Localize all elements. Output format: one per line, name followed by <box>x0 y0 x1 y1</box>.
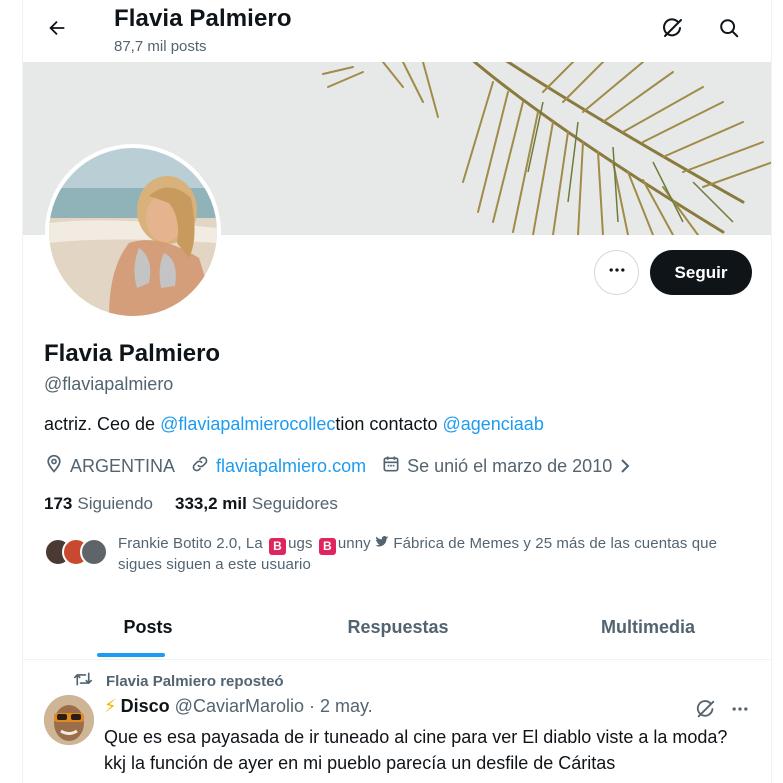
joined-text: Se unió el marzo de 2010 <box>407 455 613 476</box>
link-icon <box>190 454 216 479</box>
post-author-handle[interactable]: @CaviarMarolio <box>175 696 304 717</box>
post-text: Que es esa payasada de ir tuneado al cin… <box>104 727 728 773</box>
grok-button[interactable] <box>653 10 693 50</box>
post-header: ⚡ Disco @CaviarMarolio · 2 may. <box>104 696 373 717</box>
tab-media[interactable]: Multimedia <box>523 596 771 659</box>
bio-text-1: actriz. Ceo de <box>44 414 161 434</box>
followers-stat[interactable]: 333,2 mil Seguidores <box>175 494 338 514</box>
post-grok-button[interactable] <box>689 694 723 728</box>
profile-meta: ARGENTINA flaviapalmiero.com Se unió el … <box>44 453 638 479</box>
website-item: flaviapalmiero.com <box>190 454 366 479</box>
joined-item[interactable]: Se unió el marzo de 2010 <box>381 454 638 479</box>
more-options-button[interactable] <box>594 250 639 295</box>
post-author-name[interactable]: Disco <box>121 696 170 717</box>
profile-handle: @flaviapalmiero <box>44 374 174 394</box>
tab-replies[interactable]: Respuestas <box>273 596 523 659</box>
lightning-icon: ⚡ <box>104 696 117 716</box>
more-dots-icon <box>730 699 750 724</box>
search-button[interactable] <box>709 10 749 50</box>
followed-by-part: unny <box>337 535 371 552</box>
bio-text-2: tion contacto <box>335 414 443 434</box>
repost-icon <box>73 670 106 692</box>
following-count: 173 <box>44 494 73 513</box>
following-stat[interactable]: 173 Siguiendo <box>44 494 153 514</box>
b-badge-icon: B <box>318 538 336 555</box>
followed-by-part: Frankie Botito 2.0, La <box>118 535 268 552</box>
bio-mention-collection[interactable]: @flaviapalmierocollec <box>160 414 335 434</box>
profile-bio: actriz. Ceo de @flaviapalmierocollection… <box>44 414 544 435</box>
tab-label: Posts <box>123 617 173 637</box>
header-post-count: 87,7 mil posts <box>114 38 207 55</box>
more-dots-icon <box>607 260 627 285</box>
active-tab-indicator <box>97 653 165 657</box>
post-author-avatar[interactable] <box>44 695 94 745</box>
grok-icon <box>695 698 717 725</box>
website-link[interactable]: flaviapalmiero.com <box>216 456 366 477</box>
grok-icon <box>661 16 685 45</box>
followers-label: Seguidores <box>251 494 338 513</box>
profile-name: Flavia Palmiero <box>44 340 221 367</box>
profile-tabs: Posts Respuestas Multimedia <box>23 596 771 660</box>
follow-button[interactable]: Seguir <box>650 250 752 295</box>
post-more-button[interactable] <box>723 694 757 728</box>
post-separator: · <box>308 696 315 716</box>
tab-posts[interactable]: Posts <box>23 596 273 659</box>
bird-icon <box>375 535 389 552</box>
followed-by-part: ugs <box>288 535 317 552</box>
mutual-avatar <box>80 538 108 566</box>
tab-label: Multimedia <box>600 617 695 637</box>
b-badge-icon: B <box>269 538 287 555</box>
follow-stats: 173 Siguiendo 333,2 mil Seguidores <box>44 494 338 514</box>
following-label: Siguiendo <box>77 494 153 513</box>
followers-count: 333,2 mil <box>175 494 247 513</box>
top-header: Flavia Palmiero 87,7 mil posts <box>23 0 771 62</box>
calendar-icon <box>381 454 407 479</box>
location-item: ARGENTINA <box>44 454 175 479</box>
tab-label: Respuestas <box>347 617 449 637</box>
search-icon <box>718 17 740 44</box>
followed-by-text[interactable]: Frankie Botito 2.0, La Bugs Bunny Fábric… <box>118 534 748 575</box>
bio-mention-agency[interactable]: @agenciaab <box>442 414 543 434</box>
location-pin-icon <box>44 454 70 479</box>
back-button[interactable] <box>37 10 77 50</box>
profile-column: Flavia Palmiero 87,7 mil posts Seguir Fl… <box>22 0 772 783</box>
chevron-right-icon <box>618 457 638 475</box>
profile-avatar[interactable] <box>45 144 221 320</box>
followed-by-row[interactable]: Frankie Botito 2.0, La Bugs Bunny Fábric… <box>44 534 744 574</box>
repost-text: Flavia Palmiero reposteó <box>106 672 284 690</box>
post-date[interactable]: 2 may. <box>320 696 373 717</box>
header-profile-name: Flavia Palmiero <box>114 5 292 32</box>
mutual-avatars <box>44 538 108 568</box>
location-text: ARGENTINA <box>70 455 176 476</box>
repost-indicator[interactable]: Flavia Palmiero reposteó <box>73 670 284 692</box>
back-arrow-icon <box>46 17 68 44</box>
